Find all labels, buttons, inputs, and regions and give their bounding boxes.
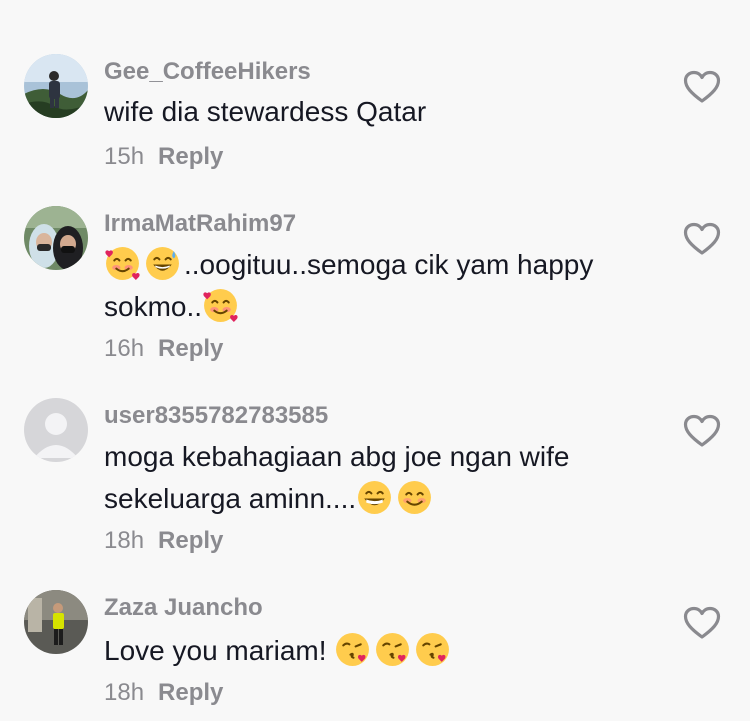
- grinning-sweat-face-emoji: [146, 247, 179, 280]
- comment-text-segment: moga kebahagiaan abg joe ngan wife: [104, 441, 570, 472]
- comment-timestamp: 18h: [104, 679, 145, 706]
- reply-button[interactable]: Reply: [158, 679, 223, 706]
- reply-button[interactable]: Reply: [158, 527, 223, 554]
- grinning-face-emoji: [358, 481, 392, 514]
- heart-outline-icon[interactable]: [683, 606, 721, 640]
- comment-username[interactable]: user8355782783585: [104, 402, 328, 430]
- comment-meta: 18h Reply: [104, 679, 223, 707]
- hiker-photo-avatar[interactable]: [24, 54, 88, 118]
- comment-text-segment: Love you mariam!: [104, 635, 327, 666]
- comment-text-segment: ..oogituu..semoga cik yam happy: [184, 249, 594, 280]
- comment-meta: 16h Reply: [104, 335, 223, 363]
- default-user-avatar[interactable]: [24, 398, 88, 462]
- comment-text-segment: sokmo..: [104, 291, 203, 322]
- comment-text: moga kebahagiaan abg joe ngan wife sekel…: [104, 436, 664, 520]
- face-blowing-kiss-emoji: [336, 633, 370, 666]
- smiling-face-emoji: [398, 481, 432, 514]
- comment-text: wife dia stewardess Qatar: [104, 91, 664, 133]
- face-blowing-kiss-emoji: [376, 633, 410, 666]
- comment-text-segment: sekeluarga aminn....: [104, 483, 357, 514]
- comment-timestamp: 18h: [104, 527, 145, 554]
- comment-text-line: sekeluarga aminn....: [104, 478, 664, 520]
- comment-username[interactable]: IrmaMatRahim97: [104, 210, 296, 238]
- smiling-face-with-hearts-emoji: [105, 247, 140, 280]
- comment-text: Love you mariam!: [104, 630, 664, 672]
- comment-meta: 18h Reply: [104, 527, 223, 555]
- comment-timestamp: 16h: [104, 335, 145, 362]
- reply-button[interactable]: Reply: [158, 143, 223, 170]
- comment-text: ..oogituu..semoga cik yam happy sokmo..: [104, 244, 664, 328]
- comment-text-line: ..oogituu..semoga cik yam happy: [104, 244, 664, 286]
- comment-text-line: sokmo..: [104, 286, 664, 328]
- comment-meta: 15h Reply: [104, 143, 223, 171]
- smiling-face-with-hearts-emoji: [203, 289, 238, 322]
- heart-outline-icon[interactable]: [683, 222, 721, 256]
- person-photo-avatar[interactable]: [24, 590, 88, 654]
- heart-outline-icon[interactable]: [683, 414, 721, 448]
- reply-button[interactable]: Reply: [158, 335, 223, 362]
- face-blowing-kiss-emoji: [416, 633, 450, 666]
- two-women-photo-avatar[interactable]: [24, 206, 88, 270]
- comment-text-line: wife dia stewardess Qatar: [104, 96, 427, 127]
- comments-panel: Gee_CoffeeHikers wife dia stewardess Qat…: [0, 0, 750, 721]
- heart-outline-icon[interactable]: [683, 70, 721, 104]
- comment-username[interactable]: Zaza Juancho: [104, 594, 263, 622]
- comment-text-line: Love you mariam!: [104, 630, 664, 672]
- comment-username[interactable]: Gee_CoffeeHikers: [104, 58, 311, 86]
- comment-text-line: moga kebahagiaan abg joe ngan wife: [104, 436, 664, 478]
- comment-timestamp: 15h: [104, 143, 145, 170]
